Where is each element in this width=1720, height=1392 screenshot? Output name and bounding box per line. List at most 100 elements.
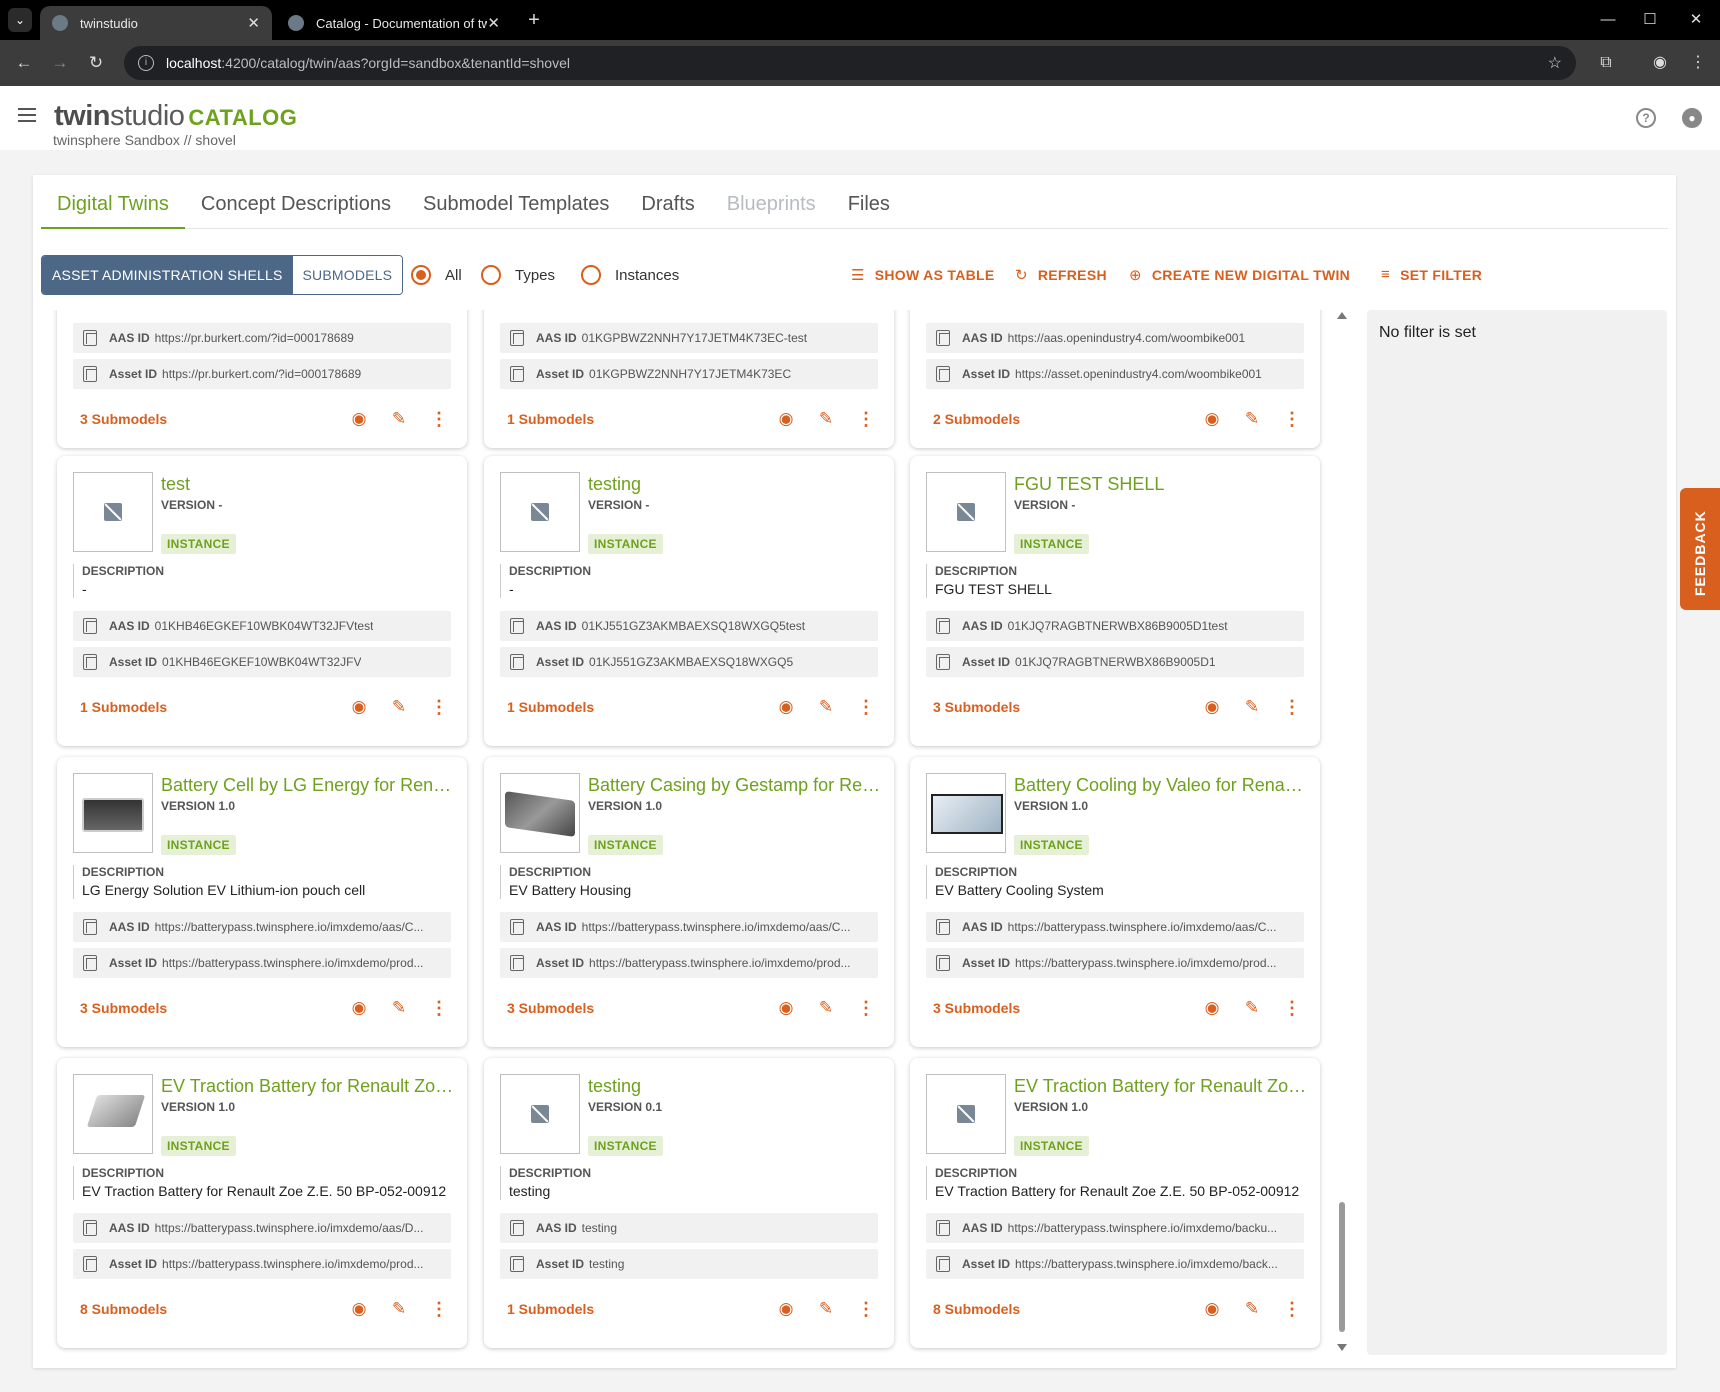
copy-icon[interactable]: [510, 1256, 524, 1272]
copy-icon[interactable]: [936, 618, 950, 634]
close-tab-icon[interactable]: ✕: [247, 14, 260, 32]
copy-icon[interactable]: [936, 366, 950, 382]
twin-card[interactable]: Battery Casing by Gestamp for Renault Zo…: [484, 757, 894, 1047]
submodels-link[interactable]: 3 Submodels: [933, 699, 1020, 715]
submodels-link[interactable]: 8 Submodels: [80, 1301, 167, 1317]
twin-card[interactable]: AAS ID https://aas.openindustry4.com/woom…: [910, 310, 1320, 448]
twin-card[interactable]: FGU TEST SHELL VERSION - INSTANCE DESCRI…: [910, 456, 1320, 746]
copy-icon[interactable]: [936, 330, 950, 346]
eye-icon[interactable]: ◉: [1200, 1297, 1224, 1321]
app-logo[interactable]: twinstudio CATALOG: [54, 100, 297, 133]
copy-icon[interactable]: [83, 955, 97, 971]
tab-search-dropdown-icon[interactable]: ⌄: [8, 8, 32, 32]
hamburger-menu-icon[interactable]: [18, 108, 36, 122]
more-vert-icon[interactable]: ⋮: [854, 407, 878, 431]
twin-card[interactable]: Battery Cell by LG Energy for Renault Zo…: [57, 757, 467, 1047]
twin-title[interactable]: testing: [588, 1076, 883, 1097]
more-vert-icon[interactable]: ⋮: [427, 996, 451, 1020]
pencil-icon[interactable]: ✎: [814, 407, 838, 431]
eye-icon[interactable]: ◉: [774, 407, 798, 431]
copy-icon[interactable]: [510, 1220, 524, 1236]
submodels-link[interactable]: 3 Submodels: [80, 1000, 167, 1016]
pencil-icon[interactable]: ✎: [387, 1297, 411, 1321]
feedback-button[interactable]: FEEDBACK: [1680, 488, 1720, 610]
close-tab-icon[interactable]: ✕: [487, 14, 500, 32]
maximize-icon[interactable]: ☐: [1638, 8, 1662, 32]
twin-card[interactable]: EV Traction Battery for Renault Zoe Z.E.…: [57, 1058, 467, 1348]
copy-icon[interactable]: [83, 919, 97, 935]
submodels-link[interactable]: 1 Submodels: [507, 411, 594, 427]
submodels-link[interactable]: 2 Submodels: [933, 411, 1020, 427]
copy-icon[interactable]: [83, 366, 97, 382]
twin-card[interactable]: testing VERSION - INSTANCE DESCRIPTION - …: [484, 456, 894, 746]
copy-icon[interactable]: [936, 1256, 950, 1272]
twin-title[interactable]: EV Traction Battery for Renault Zoe Z.E.…: [161, 1076, 456, 1097]
eye-icon[interactable]: ◉: [774, 1297, 798, 1321]
submodels-link[interactable]: 3 Submodels: [80, 411, 167, 427]
copy-icon[interactable]: [83, 618, 97, 634]
browser-menu-icon[interactable]: ⋮: [1686, 51, 1710, 75]
copy-icon[interactable]: [83, 1256, 97, 1272]
radio-types[interactable]: Types: [481, 265, 555, 285]
more-vert-icon[interactable]: ⋮: [427, 407, 451, 431]
pencil-icon[interactable]: ✎: [1240, 407, 1264, 431]
eye-icon[interactable]: ◉: [347, 996, 371, 1020]
twin-card[interactable]: test VERSION - INSTANCE DESCRIPTION - AAS…: [57, 456, 467, 746]
pencil-icon[interactable]: ✎: [387, 407, 411, 431]
copy-icon[interactable]: [510, 955, 524, 971]
twin-title[interactable]: testing: [588, 474, 883, 495]
twin-title[interactable]: FGU TEST SHELL: [1014, 474, 1309, 495]
pencil-icon[interactable]: ✎: [814, 996, 838, 1020]
bookmark-star-icon[interactable]: ☆: [1548, 53, 1562, 73]
twin-title[interactable]: EV Traction Battery for Renault Zoe Z.E.…: [1014, 1076, 1309, 1097]
tab-digital-twins[interactable]: Digital Twins: [41, 175, 185, 229]
help-icon[interactable]: ?: [1636, 108, 1656, 128]
profile-icon[interactable]: ◉: [1648, 51, 1672, 75]
url-field[interactable]: i localhost:4200/catalog/twin/aas?orgId=…: [124, 46, 1576, 80]
more-vert-icon[interactable]: ⋮: [427, 695, 451, 719]
aas-segment-button[interactable]: ASSET ADMINISTRATION SHELLS: [42, 256, 293, 294]
radio-instances[interactable]: Instances: [581, 265, 679, 285]
copy-icon[interactable]: [936, 919, 950, 935]
copy-icon[interactable]: [510, 654, 524, 670]
twin-title[interactable]: Battery Cell by LG Energy for Renault Zo…: [161, 775, 456, 796]
scroll-up-icon[interactable]: [1337, 312, 1347, 319]
submodels-link[interactable]: 1 Submodels: [80, 699, 167, 715]
copy-icon[interactable]: [936, 955, 950, 971]
copy-icon[interactable]: [510, 330, 524, 346]
tab-concept-descriptions[interactable]: Concept Descriptions: [185, 175, 407, 229]
twin-card[interactable]: Battery Cooling by Valeo for Renault Zoe…: [910, 757, 1320, 1047]
twin-title[interactable]: Battery Cooling by Valeo for Renault Zoe: [1014, 775, 1309, 796]
site-info-icon[interactable]: i: [138, 55, 154, 71]
pencil-icon[interactable]: ✎: [1240, 996, 1264, 1020]
reload-icon[interactable]: ↻: [84, 51, 108, 75]
tab-submodel-templates[interactable]: Submodel Templates: [407, 175, 625, 229]
copy-icon[interactable]: [83, 654, 97, 670]
forward-icon[interactable]: →: [48, 51, 72, 75]
pencil-icon[interactable]: ✎: [814, 695, 838, 719]
browser-tab-catalog-docs[interactable]: Catalog - Documentation of tw ✕: [276, 6, 512, 40]
eye-icon[interactable]: ◉: [347, 407, 371, 431]
copy-icon[interactable]: [936, 1220, 950, 1236]
pencil-icon[interactable]: ✎: [1240, 695, 1264, 719]
tab-files[interactable]: Files: [832, 175, 906, 229]
more-vert-icon[interactable]: ⋮: [854, 1297, 878, 1321]
more-vert-icon[interactable]: ⋮: [854, 695, 878, 719]
pencil-icon[interactable]: ✎: [814, 1297, 838, 1321]
pencil-icon[interactable]: ✎: [387, 695, 411, 719]
scroll-down-icon[interactable]: [1337, 1344, 1347, 1351]
copy-icon[interactable]: [510, 366, 524, 382]
show-as-table-button[interactable]: ☰ SHOW AS TABLE: [851, 266, 995, 284]
browser-tab-twinstudio[interactable]: twinstudio ✕: [40, 6, 272, 40]
eye-icon[interactable]: ◉: [774, 996, 798, 1020]
tab-drafts[interactable]: Drafts: [625, 175, 710, 229]
eye-icon[interactable]: ◉: [347, 1297, 371, 1321]
more-vert-icon[interactable]: ⋮: [1280, 996, 1304, 1020]
eye-icon[interactable]: ◉: [774, 695, 798, 719]
close-window-icon[interactable]: ✕: [1684, 8, 1708, 32]
refresh-button[interactable]: ↻ REFRESH: [1015, 266, 1107, 284]
submodels-segment-button[interactable]: SUBMODELS: [292, 256, 403, 294]
extensions-icon[interactable]: ⧉: [1594, 51, 1618, 75]
twin-card[interactable]: testing VERSION 0.1 INSTANCE DESCRIPTION…: [484, 1058, 894, 1348]
copy-icon[interactable]: [510, 919, 524, 935]
